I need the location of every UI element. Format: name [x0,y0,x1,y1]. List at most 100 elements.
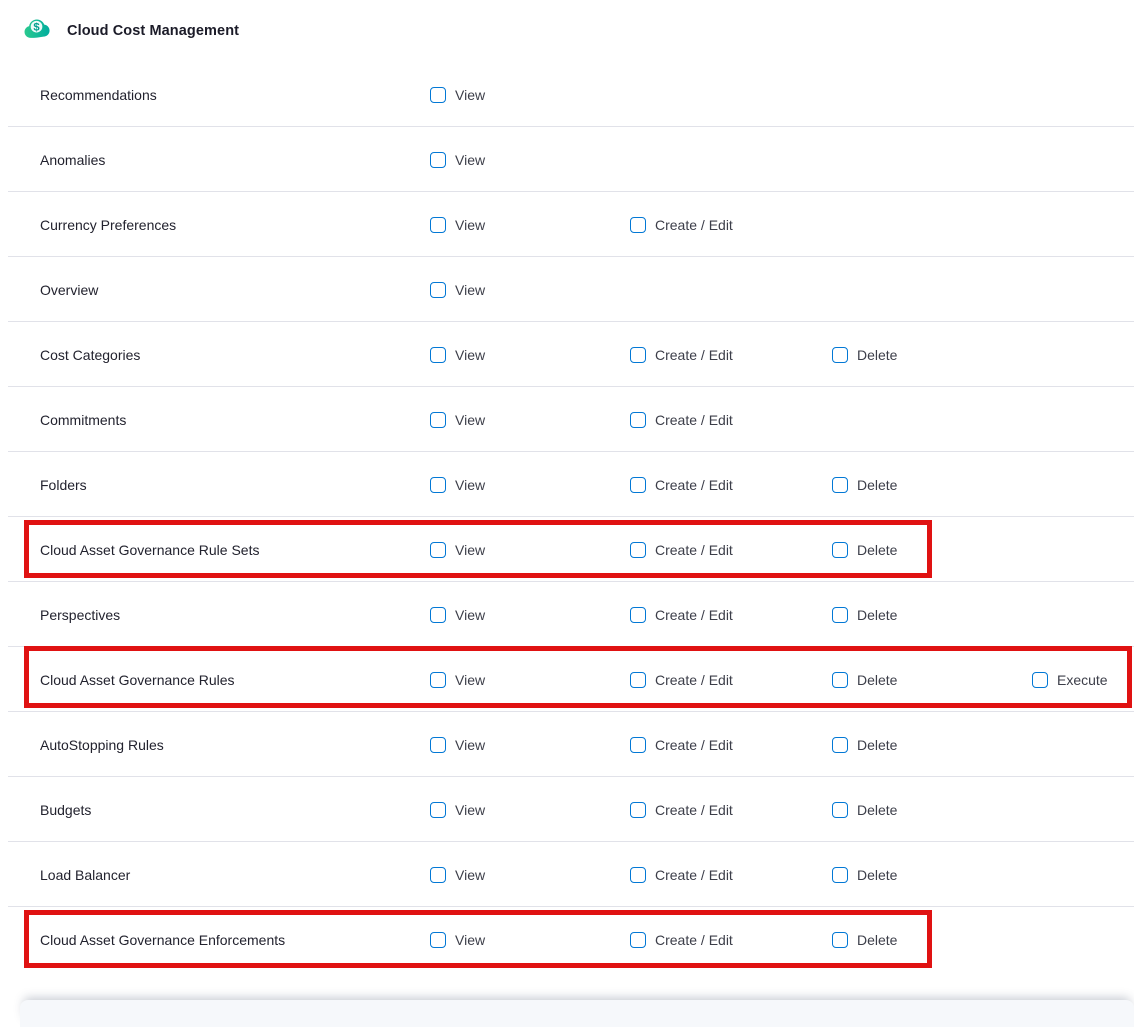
resource-label: Cloud Asset Governance Rule Sets [40,542,259,558]
permission-row: Cloud Asset Governance Rules View Create… [0,647,1134,712]
checkbox-unchecked[interactable] [630,672,646,688]
resource-label: Recommendations [40,87,157,103]
permission-cell: Delete [832,542,897,558]
permission-label[interactable]: View [455,412,485,428]
permission-row: AutoStopping Rules View Create / Edit De… [0,712,1134,777]
permission-label[interactable]: View [455,737,485,753]
permission-label[interactable]: View [455,672,485,688]
checkbox-unchecked[interactable] [430,412,446,428]
checkbox-unchecked[interactable] [430,347,446,363]
section-header: $ Cloud Cost Management [0,0,1134,62]
permission-label[interactable]: Delete [857,672,897,688]
checkbox-unchecked[interactable] [430,932,446,948]
checkbox-unchecked[interactable] [630,802,646,818]
permission-label[interactable]: View [455,802,485,818]
permission-cell: View [430,477,485,493]
resource-label: Overview [40,282,98,298]
checkbox-unchecked[interactable] [630,607,646,623]
permission-cell: Delete [832,607,897,623]
checkbox-unchecked[interactable] [832,347,848,363]
checkbox-unchecked[interactable] [430,802,446,818]
resource-label: Anomalies [40,152,105,168]
checkbox-unchecked[interactable] [630,867,646,883]
permission-label[interactable]: View [455,347,485,363]
checkbox-unchecked[interactable] [1032,672,1048,688]
permissions-table: Recommendations View Anomalies View Curr… [0,62,1134,972]
checkbox-unchecked[interactable] [430,607,446,623]
permission-label[interactable]: View [455,87,485,103]
permission-label[interactable]: View [455,217,485,233]
permission-label[interactable]: View [455,542,485,558]
permission-label[interactable]: Delete [857,867,897,883]
permission-label[interactable]: View [455,867,485,883]
checkbox-unchecked[interactable] [630,932,646,948]
checkbox-unchecked[interactable] [430,282,446,298]
checkbox-unchecked[interactable] [832,477,848,493]
permission-label[interactable]: Delete [857,477,897,493]
permission-label[interactable]: Create / Edit [655,802,733,818]
permission-label[interactable]: Delete [857,542,897,558]
permission-label[interactable]: Create / Edit [655,737,733,753]
checkbox-unchecked[interactable] [430,217,446,233]
checkbox-unchecked[interactable] [430,737,446,753]
permission-cell: Create / Edit [630,932,733,948]
checkbox-unchecked[interactable] [832,542,848,558]
checkbox-unchecked[interactable] [630,477,646,493]
permission-label[interactable]: View [455,477,485,493]
checkbox-unchecked[interactable] [630,217,646,233]
permission-label[interactable]: View [455,607,485,623]
permission-cell: Delete [832,932,897,948]
permission-label[interactable]: Create / Edit [655,932,733,948]
permission-label[interactable]: Create / Edit [655,412,733,428]
permission-cell: View [430,152,485,168]
checkbox-unchecked[interactable] [430,87,446,103]
permission-label[interactable]: Create / Edit [655,867,733,883]
permission-row: Folders View Create / Edit Delete [0,452,1134,517]
permission-cell: Create / Edit [630,737,733,753]
permission-cell: View [430,737,485,753]
checkbox-unchecked[interactable] [832,737,848,753]
permission-label[interactable]: Create / Edit [655,607,733,623]
checkbox-unchecked[interactable] [832,867,848,883]
resource-label: Cloud Asset Governance Enforcements [40,932,285,948]
checkbox-unchecked[interactable] [630,347,646,363]
permission-label[interactable]: View [455,152,485,168]
permission-cell: Delete [832,737,897,753]
permission-label[interactable]: Create / Edit [655,217,733,233]
checkbox-unchecked[interactable] [832,672,848,688]
checkbox-unchecked[interactable] [430,542,446,558]
resource-label: Load Balancer [40,867,130,883]
permission-row: Overview View [0,257,1134,322]
checkbox-unchecked[interactable] [630,412,646,428]
permission-label[interactable]: Create / Edit [655,347,733,363]
checkbox-unchecked[interactable] [430,152,446,168]
permission-label[interactable]: Delete [857,737,897,753]
permission-cell: Delete [832,802,897,818]
cloud-dollar-icon: $ [22,14,52,44]
checkbox-unchecked[interactable] [430,867,446,883]
permission-label[interactable]: Create / Edit [655,672,733,688]
checkbox-unchecked[interactable] [832,802,848,818]
permission-label[interactable]: View [455,282,485,298]
permission-cell: Create / Edit [630,347,733,363]
permission-label[interactable]: Delete [857,932,897,948]
next-section-bar[interactable] [20,1000,1134,1027]
resource-label: Budgets [40,802,91,818]
permission-label[interactable]: Execute [1057,672,1108,688]
permission-label[interactable]: Delete [857,802,897,818]
permission-label[interactable]: Create / Edit [655,477,733,493]
checkbox-unchecked[interactable] [430,477,446,493]
permission-cell: Create / Edit [630,607,733,623]
checkbox-unchecked[interactable] [630,542,646,558]
checkbox-unchecked[interactable] [832,607,848,623]
checkbox-unchecked[interactable] [430,672,446,688]
permission-label[interactable]: Delete [857,607,897,623]
permission-row: Load Balancer View Create / Edit Delete [0,842,1134,907]
permission-label[interactable]: Create / Edit [655,542,733,558]
permission-label[interactable]: View [455,932,485,948]
checkbox-unchecked[interactable] [630,737,646,753]
permission-cell: View [430,217,485,233]
permission-cell: Execute [1032,672,1108,688]
permission-label[interactable]: Delete [857,347,897,363]
checkbox-unchecked[interactable] [832,932,848,948]
